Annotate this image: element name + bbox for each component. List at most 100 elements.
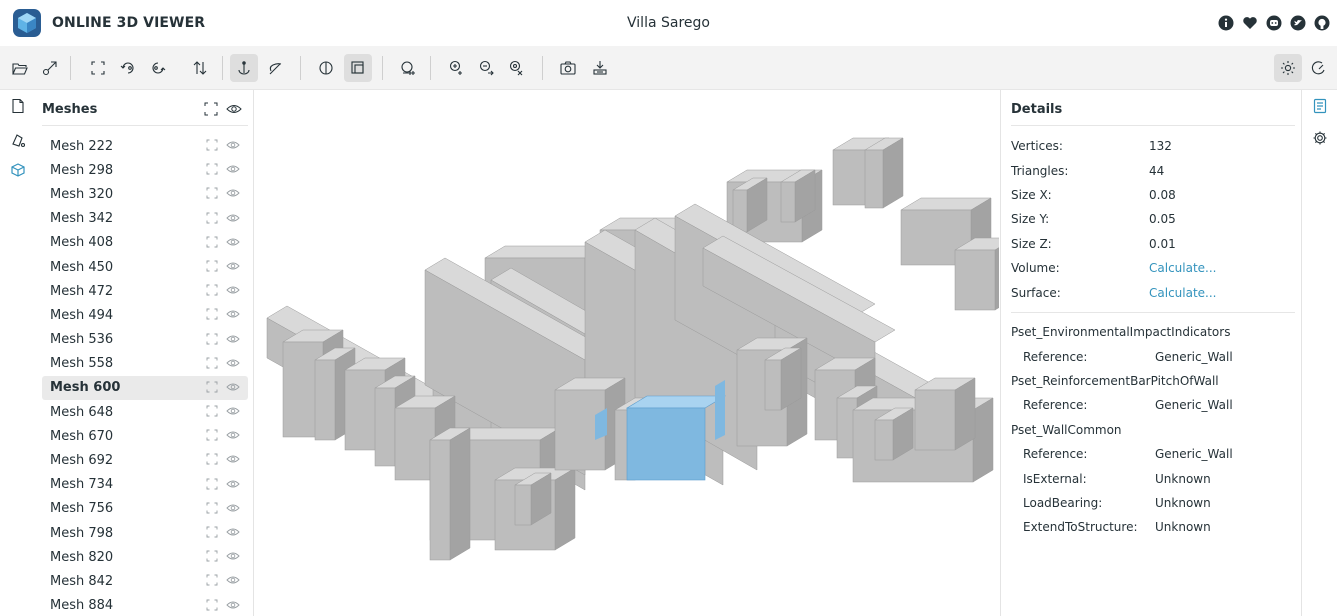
fit-all-icon[interactable] xyxy=(204,102,218,120)
fit-mesh-icon[interactable] xyxy=(206,212,218,228)
calculate-link[interactable]: Calculate... xyxy=(1149,286,1217,300)
mesh-list-item[interactable]: Mesh 692 xyxy=(42,448,248,472)
free-orbit-icon[interactable] xyxy=(262,54,290,82)
property-set-title: Pset_ReinforcementBarPitchOfWall xyxy=(1011,373,1219,388)
fit-mesh-icon[interactable] xyxy=(206,526,218,542)
mesh-list-item[interactable]: Mesh 734 xyxy=(42,473,248,497)
mesh-list-item[interactable]: Mesh 558 xyxy=(42,352,248,376)
toggle-visibility-icon[interactable] xyxy=(226,284,240,300)
mesh-list-item[interactable]: Mesh 884 xyxy=(42,594,248,616)
3d-viewport[interactable] xyxy=(255,90,1016,616)
open-file-icon[interactable] xyxy=(6,54,34,82)
file-details-icon[interactable] xyxy=(6,94,30,118)
fix-up-vector-icon[interactable] xyxy=(186,54,214,82)
mesh-list-item[interactable]: Mesh 450 xyxy=(42,255,248,279)
fit-mesh-icon[interactable] xyxy=(206,236,218,252)
mesh-name: Mesh 692 xyxy=(50,453,114,469)
mesh-name: Mesh 600 xyxy=(50,380,121,396)
github-icon[interactable] xyxy=(1313,14,1331,32)
toggle-visibility-icon[interactable] xyxy=(226,260,240,276)
fit-mesh-icon[interactable] xyxy=(206,599,218,615)
toggle-visibility-icon[interactable] xyxy=(226,599,240,615)
selected-mesh-face xyxy=(626,407,706,481)
fit-mesh-icon[interactable] xyxy=(206,284,218,300)
property-value: Unknown xyxy=(1155,495,1211,510)
meshes-icon[interactable] xyxy=(6,158,30,182)
mesh-list-item[interactable]: Mesh 798 xyxy=(42,521,248,545)
fit-mesh-icon[interactable] xyxy=(206,405,218,421)
details-icon[interactable] xyxy=(1308,94,1332,118)
fit-mesh-icon[interactable] xyxy=(206,139,218,155)
fit-mesh-icon[interactable] xyxy=(206,163,218,179)
toggle-visibility-icon[interactable] xyxy=(226,405,240,421)
set-up-vector-icon[interactable] xyxy=(114,54,142,82)
measure-tool-icon[interactable] xyxy=(394,54,422,82)
toggle-visibility-icon[interactable] xyxy=(226,139,240,155)
export-model-icon[interactable] xyxy=(442,54,470,82)
toggle-visibility-icon[interactable] xyxy=(226,429,240,445)
mesh-list-item[interactable]: Mesh 842 xyxy=(42,569,248,593)
fit-mesh-icon[interactable] xyxy=(206,381,218,397)
mesh-list-item[interactable]: Mesh 342 xyxy=(42,207,248,231)
toggle-visibility-icon[interactable] xyxy=(226,574,240,590)
mesh-list-item[interactable]: Mesh 756 xyxy=(42,497,248,521)
toggle-visibility-icon[interactable] xyxy=(226,212,240,228)
mesh-list-item[interactable]: Mesh 320 xyxy=(42,182,248,206)
perspective-camera-icon[interactable] xyxy=(312,54,340,82)
mesh-list-item[interactable]: Mesh 820 xyxy=(42,545,248,569)
orthographic-camera-icon[interactable] xyxy=(344,54,372,82)
toggle-visibility-icon[interactable] xyxy=(226,187,240,203)
flip-up-vector-icon[interactable] xyxy=(144,54,172,82)
mesh-list-item[interactable]: Mesh 670 xyxy=(42,424,248,448)
fit-mesh-icon[interactable] xyxy=(206,308,218,324)
mesh-list-item[interactable]: Mesh 494 xyxy=(42,303,248,327)
toggle-visibility-icon[interactable] xyxy=(226,381,240,397)
mesh-list-item[interactable]: Mesh 298 xyxy=(42,158,248,182)
toggle-visibility-icon[interactable] xyxy=(226,308,240,324)
toggle-visibility-icon[interactable] xyxy=(226,478,240,494)
discord-icon[interactable] xyxy=(1265,14,1283,32)
fit-mesh-icon[interactable] xyxy=(206,260,218,276)
fit-mesh-icon[interactable] xyxy=(206,429,218,445)
calculate-link[interactable]: Calculate... xyxy=(1149,261,1217,275)
app-logo-icon[interactable] xyxy=(12,8,42,38)
fit-mesh-icon[interactable] xyxy=(206,478,218,494)
mesh-list-item[interactable]: Mesh 600 xyxy=(42,375,248,401)
embed-icon[interactable] xyxy=(586,54,614,82)
toggle-visibility-icon[interactable] xyxy=(226,357,240,373)
show-all-icon[interactable] xyxy=(226,102,242,120)
fit-mesh-icon[interactable] xyxy=(206,574,218,590)
app-title[interactable]: ONLINE 3D VIEWER xyxy=(52,15,205,31)
fit-mesh-icon[interactable] xyxy=(206,357,218,373)
settings-icon[interactable] xyxy=(1308,126,1332,150)
twitter-icon[interactable] xyxy=(1289,14,1307,32)
share-model-icon[interactable] xyxy=(472,54,500,82)
mesh-list-item[interactable]: Mesh 648 xyxy=(42,400,248,424)
materials-icon[interactable] xyxy=(6,128,30,152)
fit-mesh-icon[interactable] xyxy=(206,550,218,566)
toggle-visibility-icon[interactable] xyxy=(226,163,240,179)
mesh-list-item[interactable]: Mesh 536 xyxy=(42,328,248,352)
toggle-visibility-icon[interactable] xyxy=(226,236,240,252)
toggle-visibility-icon[interactable] xyxy=(226,526,240,542)
fit-mesh-icon[interactable] xyxy=(206,187,218,203)
mesh-list-item[interactable]: Mesh 222 xyxy=(42,134,248,158)
toggle-visibility-icon[interactable] xyxy=(226,550,240,566)
fit-to-window-icon[interactable] xyxy=(84,54,112,82)
toggle-visibility-icon[interactable] xyxy=(226,333,240,349)
fit-mesh-icon[interactable] xyxy=(206,453,218,469)
fit-mesh-icon[interactable] xyxy=(206,502,218,518)
snapshot-icon[interactable] xyxy=(554,54,582,82)
heart-icon[interactable] xyxy=(1241,14,1259,32)
toggle-visibility-icon[interactable] xyxy=(226,453,240,469)
mesh-list-item[interactable]: Mesh 472 xyxy=(42,279,248,303)
open-url-icon[interactable] xyxy=(36,54,64,82)
fixed-up-orbit-icon[interactable] xyxy=(230,54,258,82)
info-icon[interactable] xyxy=(1217,14,1235,32)
fit-mesh-icon[interactable] xyxy=(206,333,218,349)
mesh-list-item[interactable]: Mesh 408 xyxy=(42,231,248,255)
toggle-visibility-icon[interactable] xyxy=(226,502,240,518)
light-theme-icon[interactable] xyxy=(1274,54,1302,82)
dark-theme-icon[interactable] xyxy=(1304,54,1332,82)
export-snapshot-icon[interactable] xyxy=(502,54,530,82)
